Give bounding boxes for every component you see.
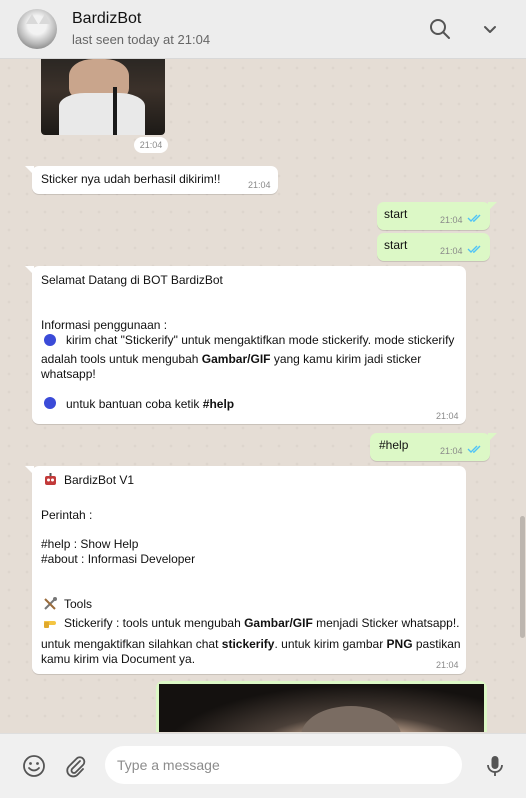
emoji-icon[interactable] [21,753,47,779]
read-receipt-icon [467,245,481,253]
message-text: Tools [64,597,93,611]
microphone-icon[interactable] [482,753,508,779]
message-text: Perintah : [41,508,93,522]
incoming-message[interactable]: Sticker nya udah berhasil dikirim!! 21:0… [25,166,278,194]
message-text: untuk mengaktifkan silahkan chat sticker… [41,637,461,651]
chat-scrollbar[interactable] [520,516,525,638]
message-text: Informasi penggunaan : [41,318,168,332]
message-time: 21:04 [436,411,459,421]
photo-microphone [113,87,117,135]
message-text: whatsapp! [41,367,96,381]
message-input[interactable] [105,746,462,784]
image-message-photo[interactable] [156,681,487,732]
cat-ear [26,14,38,24]
photo-shirt [59,93,145,135]
message-time: 21:04 [436,660,459,670]
outgoing-message[interactable]: start 21:04 [377,202,497,230]
image-message-time: 21:04 [134,137,168,153]
message-text: kamu kirim via Document ya. [41,652,196,666]
outgoing-message[interactable]: start 21:04 [377,233,490,261]
paperclip-icon[interactable] [62,753,88,779]
message-text: #help : Show Help [41,537,139,551]
message-text: #about : Informasi Developer [41,552,196,566]
contact-status: last seen today at 21:04 [72,32,211,47]
message-text: kirim chat "Stickerify" untuk mengaktifk… [66,333,455,347]
chat-header: BardizBot last seen today at 21:04 [0,0,526,59]
message-time: 21:04 [248,180,271,190]
tools-icon [44,597,57,610]
image-message-photo[interactable] [41,59,165,135]
message-text: start [384,207,408,221]
contact-avatar[interactable] [17,9,57,49]
incoming-message[interactable]: Selamat Datang di BOT BardizBot Informas… [25,266,466,424]
outgoing-message[interactable]: #help 21:04 [370,433,497,461]
robot-icon [45,473,56,485]
read-receipt-icon [467,445,481,453]
blue-circle-icon [44,397,56,409]
incoming-message[interactable]: BardizBot V1 Perintah : #help : Show Hel… [25,466,466,674]
message-time: 21:04 [440,246,463,256]
message-text: BardizBot V1 [64,473,135,487]
message-text: untuk bantuan coba ketik #help [66,397,235,411]
blue-circle-icon [44,334,56,346]
message-list[interactable]: 21:04 Sticker nya udah berhasil dikirim!… [0,59,526,732]
message-text: adalah tools untuk mengubah Gambar/GIF y… [41,352,422,366]
message-text: Selamat Datang di BOT BardizBot [41,273,223,287]
cat-ear [39,14,51,24]
message-text: #help [379,438,409,452]
message-time: 21:04 [440,215,463,225]
chevron-down-icon[interactable] [478,17,502,41]
read-receipt-icon [467,214,481,222]
compose-bar [0,733,526,798]
message-time: 21:04 [440,446,463,456]
message-text: Stickerify : tools untuk mengubah Gambar… [64,616,460,630]
message-text: start [384,238,408,252]
pointing-hand-icon [44,621,56,628]
search-icon[interactable] [428,17,452,41]
message-text: Sticker nya udah berhasil dikirim!! [41,172,221,186]
contact-name[interactable]: BardizBot [72,10,141,28]
